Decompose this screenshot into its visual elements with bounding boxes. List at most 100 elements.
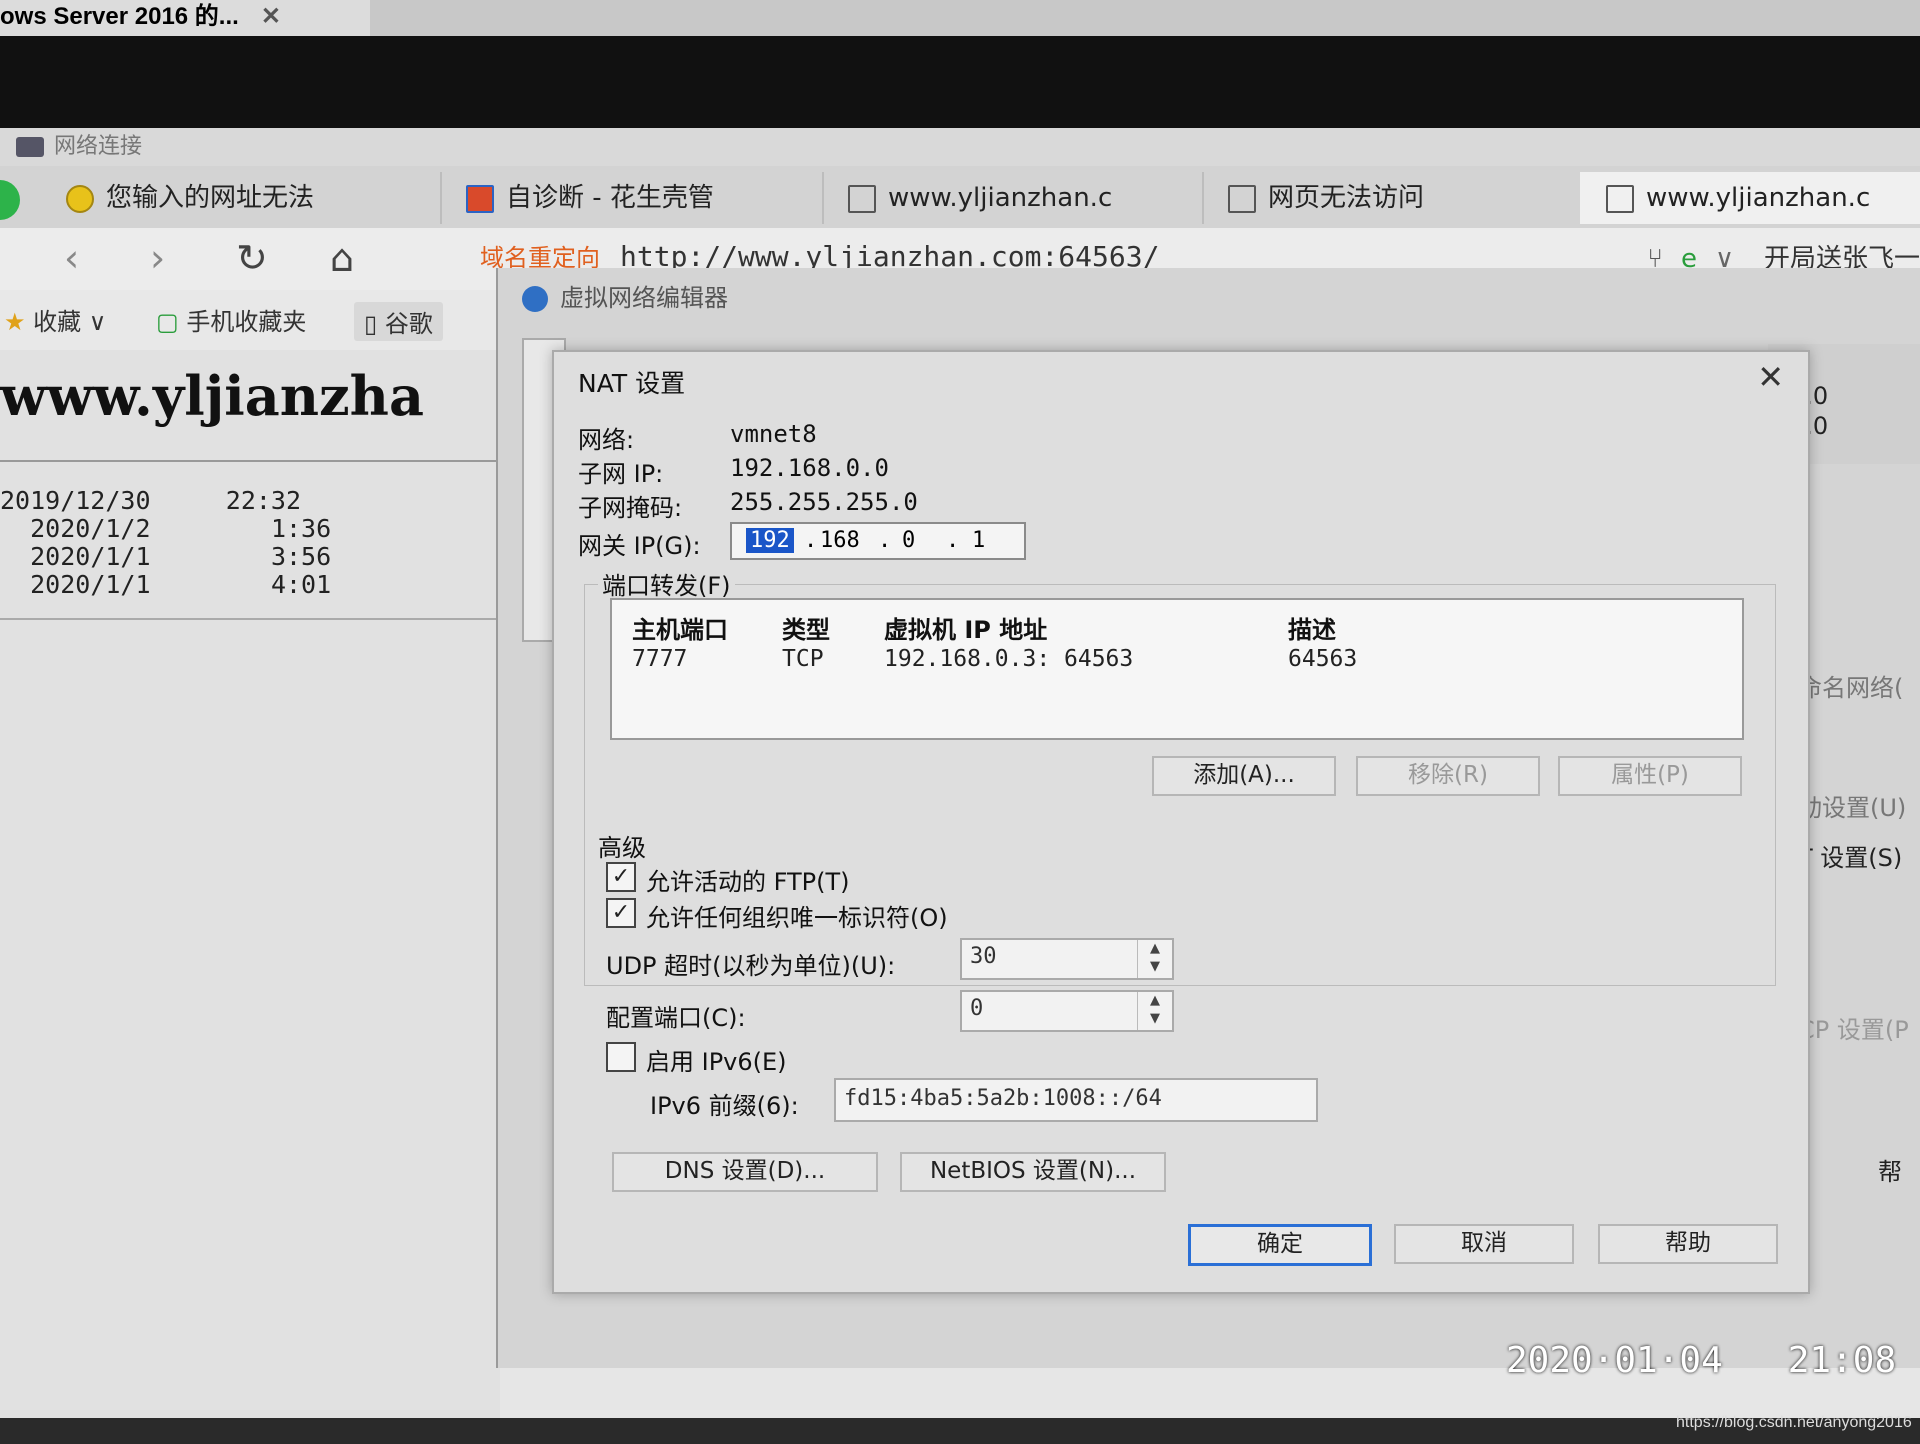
subnet-mask-value: 255.255.255.0 [730,488,918,516]
properties-button[interactable]: 属性(P) [1558,756,1742,796]
ip-dot: . [946,528,960,553]
oui-checkbox[interactable]: ✓ [606,898,636,928]
tab-2[interactable]: 自诊断 - 花生壳管 [440,172,824,224]
netbios-settings-button[interactable]: NetBIOS 设置(N)... [900,1152,1166,1192]
udp-timeout-label: UDP 超时(以秒为单位)(U): [606,952,896,980]
advanced-label: 高级 [598,834,646,862]
tab-label: 网页无法访问 [1268,183,1425,213]
forward-icon[interactable]: › [150,236,165,280]
network-connections-titlebar: 网络连接 [0,128,1920,166]
google-link[interactable]: ▯ 谷歌 [354,302,443,341]
cell-host-port: 7777 [632,646,688,672]
cancel-button[interactable]: 取消 [1394,1224,1574,1264]
ipv6-checkbox[interactable] [606,1042,636,1072]
log-time: 1:36 [270,514,332,543]
refresh-icon[interactable]: ↻ [236,236,268,280]
column-header-vm-ip[interactable]: 虚拟机 IP 地址 [884,610,1047,645]
browser-logo-icon [0,180,20,220]
page-content: www.yljianzha 2019/12/30 22:32 2020/1/2 … [0,350,500,1440]
favorites-button[interactable]: ★ 收藏 ∨ [4,302,106,337]
tab-label: www.yljianzhan.c [888,183,1113,213]
ok-button[interactable]: 确定 [1188,1224,1372,1266]
help-button[interactable]: 帮助 [1598,1224,1778,1264]
close-icon[interactable]: ✕ [261,3,281,30]
column-header-description[interactable]: 描述 [1288,610,1336,645]
spin-arrows-icon[interactable]: ▲ ▼ [1137,992,1172,1030]
dns-settings-button[interactable]: DNS 设置(D)... [612,1152,878,1192]
cell-description: 64563 [1288,646,1358,672]
ipv6-prefix-label: IPv6 前缀(6): [650,1092,799,1120]
gateway-octet-4[interactable]: 1 [972,528,985,553]
log-date: 2019/12/30 [0,486,151,515]
ipv6-prefix-value: fd15:4ba5:5a2b:1008::/64 [844,1086,1162,1111]
subnet-ip-value: 192.168.0.0 [730,454,889,482]
dhcp-settings-button[interactable]: CP 设置(P [1798,1010,1909,1045]
vne-help-button[interactable]: 帮 [1878,1152,1902,1187]
column-header-type[interactable]: 类型 [782,610,830,645]
gateway-octet-1[interactable]: 192 [746,528,794,553]
star-icon: ★ [4,308,26,336]
tab-4[interactable]: 网页无法访问 [1202,172,1582,224]
tab-label: 您输入的网址无法 [106,183,315,213]
close-icon[interactable]: ✕ [1757,358,1784,396]
log-time: 4:01 [270,570,332,599]
page-icon [1228,184,1256,213]
cell-type: TCP [782,646,824,672]
host-window-tab[interactable]: ows Server 2016 的... ✕ [0,0,370,36]
tab-label: 自诊断 - 花生壳管 [506,183,714,213]
host-window-tab-label: ows Server 2016 的... [0,3,239,30]
ftp-checkbox[interactable]: ✓ [606,862,636,892]
log-date: 2020/1/1 [30,570,151,599]
ip-dot: . [804,528,818,553]
google-label: 谷歌 [384,310,433,338]
cell-vm-ip: 192.168.0.3: 64563 [884,646,1134,672]
folder-icon: ▢ [156,308,179,336]
column-header-host-port[interactable]: 主机端口 [632,610,728,645]
browser-tab-strip: 您输入的网址无法 自诊断 - 花生壳管 www.yljianzhan.c 网页无… [0,166,1920,228]
back-icon[interactable]: ‹ [64,236,79,280]
gateway-octet-2[interactable]: 168 [820,528,860,553]
globe-icon [522,286,548,312]
tab-5[interactable]: www.yljianzhan.c [1580,172,1920,224]
subnet-ip-label: 子网 IP: [578,460,664,488]
config-port-value: 0 [970,996,984,1021]
rename-network-button[interactable]: 命名网络( [1798,668,1903,703]
tab-label: www.yljianzhan.c [1646,183,1871,213]
log-row: 2019/12/30 22:32 [0,486,301,515]
host-title-band [370,0,1920,36]
gateway-octet-3[interactable]: 0 [902,528,915,553]
home-icon[interactable]: ⌂ [330,236,354,280]
log-row: 2020/1/2 1:36 [0,514,331,543]
dialog-title: NAT 设置 [578,369,686,398]
gateway-label: 网关 IP(G): [578,532,701,560]
ipv6-prefix-input[interactable]: fd15:4ba5:5a2b:1008::/64 [834,1078,1318,1122]
udp-timeout-stepper[interactable]: 30 ▲ ▼ [960,938,1174,980]
config-port-label: 配置端口(C): [606,1004,746,1032]
log-time: 22:32 [225,486,302,515]
page-icon: ▯ [364,310,378,338]
spin-arrows-icon[interactable]: ▲ ▼ [1137,940,1172,978]
page-icon [1606,184,1634,213]
nat-settings-dialog: NAT 设置 ✕ 网络: vmnet8 子网 IP: 192.168.0.0 子… [552,350,1810,1294]
port-forwarding-table[interactable]: 主机端口 类型 虚拟机 IP 地址 描述 7777 TCP 192.168.0.… [610,598,1744,740]
add-button[interactable]: 添加(A)... [1152,756,1336,796]
vne-title: 虚拟网络编辑器 [560,284,728,312]
vne-titlebar: 虚拟网络编辑器 [522,278,728,313]
mobile-favorites-link[interactable]: ▢ 手机收藏夹 [156,302,306,337]
taskbar [0,1418,1920,1444]
ip-dot: . [878,528,892,553]
page-icon [848,184,876,213]
screen-bezel [0,36,1920,128]
subnet-mask-label: 子网掩码: [578,494,683,522]
config-port-stepper[interactable]: 0 ▲ ▼ [960,990,1174,1032]
gateway-ip-input[interactable]: 192 . 168 . 0 . 1 [730,522,1026,560]
log-date: 2020/1/2 [30,514,151,543]
tab-1[interactable]: 您输入的网址无法 [40,172,442,224]
remove-button[interactable]: 移除(R) [1356,756,1540,796]
ftp-label: 允许活动的 FTP(T) [646,868,850,896]
auto-settings-button[interactable]: 动设置(U) [1798,788,1906,823]
nat-settings-button[interactable]: T 设置(S) [1798,838,1902,873]
tab-3[interactable]: www.yljianzhan.c [822,172,1204,224]
mobile-favorites-label: 手机收藏夹 [186,308,307,336]
network-icon [16,137,44,157]
